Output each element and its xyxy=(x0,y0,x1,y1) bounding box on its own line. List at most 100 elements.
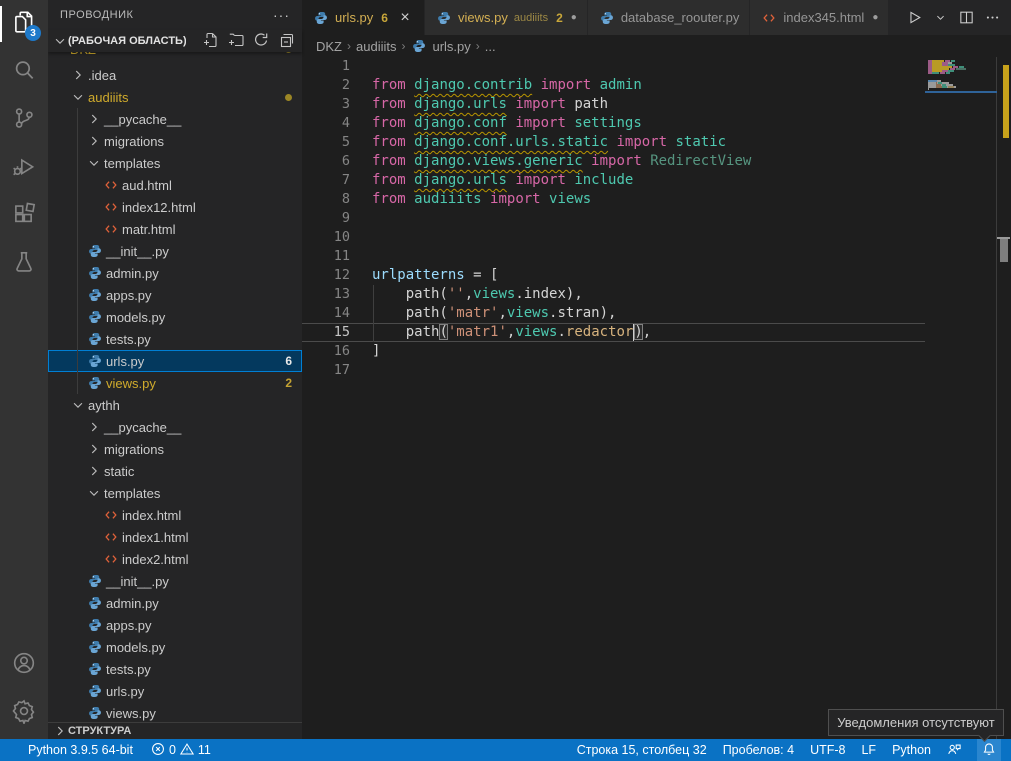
tree-item-models-py[interactable]: models.py xyxy=(48,636,302,658)
problems-badge: 6 xyxy=(285,354,292,368)
tab-index345-html[interactable]: index345.html● xyxy=(750,0,889,35)
tree-item-label: aud.html xyxy=(122,178,172,193)
status-cursor-position[interactable]: Строка 15, столбец 32 xyxy=(577,739,707,761)
tree-item-index12-html[interactable]: index12.html xyxy=(48,196,302,218)
overview-ruler[interactable] xyxy=(997,57,1011,739)
tree-item-aythh[interactable]: aythh xyxy=(48,394,302,416)
breadcrumb-item[interactable]: DKZ xyxy=(316,39,342,54)
activity-bar-explorer[interactable]: 3 xyxy=(0,0,48,48)
workspace-section-header[interactable]: (РАБОЧАЯ ОБЛАСТЬ) ... xyxy=(48,30,302,52)
status-notifications[interactable] xyxy=(977,739,1001,761)
tree-item--pycache-[interactable]: __pycache__ xyxy=(48,108,302,130)
code-token: 'matr1' xyxy=(448,324,507,340)
tree-item-urls-py[interactable]: urls.py xyxy=(48,680,302,702)
new-file-button[interactable] xyxy=(203,32,221,50)
status-feedback[interactable] xyxy=(947,739,961,761)
code-line-1[interactable]: 1 xyxy=(302,57,925,76)
tab-problems-badge: 2 xyxy=(556,11,563,25)
tree-item-models-py[interactable]: models.py xyxy=(48,306,302,328)
tree-item-aud-html[interactable]: aud.html xyxy=(48,174,302,196)
code-line-10[interactable]: 10 xyxy=(302,228,925,247)
run-dropdown[interactable] xyxy=(929,7,951,29)
tab-urls-py[interactable]: urls.py6× xyxy=(302,0,425,35)
chevron-right-icon xyxy=(86,419,102,435)
tree-item-admin-py[interactable]: admin.py xyxy=(48,262,302,284)
more-actions-button[interactable] xyxy=(981,7,1003,29)
code-line-11[interactable]: 11 xyxy=(302,247,925,266)
tree-item-admin-py[interactable]: admin.py xyxy=(48,592,302,614)
refresh-button[interactable] xyxy=(253,32,271,50)
breadcrumb-item[interactable]: urls.py xyxy=(410,38,470,54)
dirty-indicator[interactable]: ● xyxy=(571,12,577,23)
code-line-16[interactable]: 16] xyxy=(302,342,925,361)
code-token: views xyxy=(515,324,557,340)
code-line-9[interactable]: 9 xyxy=(302,209,925,228)
activity-bar-source-control[interactable] xyxy=(0,96,48,144)
new-folder-button[interactable] xyxy=(228,32,246,50)
dirty-indicator[interactable]: ● xyxy=(872,12,878,23)
code-line-6[interactable]: 6from django.views.generic import Redire… xyxy=(302,152,925,171)
tree-item-apps-py[interactable]: apps.py xyxy=(48,284,302,306)
tree-item-index2-html[interactable]: index2.html xyxy=(48,548,302,570)
tree-item-migrations[interactable]: migrations xyxy=(48,130,302,152)
breadcrumb-item[interactable]: audiiits xyxy=(356,39,396,54)
tree-item--idea[interactable]: .idea xyxy=(48,64,302,86)
code-line-17[interactable]: 17 xyxy=(302,361,925,380)
sidebar-more-actions-button[interactable]: ··· xyxy=(273,7,290,23)
tab-views-py[interactable]: views.pyaudiiits2● xyxy=(425,0,588,35)
collapse-all-button[interactable] xyxy=(278,32,296,50)
outline-section-header[interactable]: СТРУКТУРА xyxy=(48,722,302,739)
code-line-4[interactable]: 4from django.conf import settings xyxy=(302,114,925,133)
code-line-7[interactable]: 7from django.urls import include xyxy=(302,171,925,190)
activity-bar-search[interactable] xyxy=(0,48,48,96)
run-button[interactable] xyxy=(903,7,925,29)
code-line-3[interactable]: 3from django.urls import path xyxy=(302,95,925,114)
tree-item-migrations[interactable]: migrations xyxy=(48,438,302,460)
tree-item-dkz[interactable]: DKZ xyxy=(48,52,302,64)
activity-bar-settings[interactable] xyxy=(0,689,48,737)
tab-database-roouter-py[interactable]: database_roouter.py xyxy=(588,0,751,35)
tree-item-index1-html[interactable]: index1.html xyxy=(48,526,302,548)
code-line-2[interactable]: 2from django.contrib import admin xyxy=(302,76,925,95)
scrollbar-slider[interactable] xyxy=(1000,239,1008,262)
breadcrumb-item[interactable]: ... xyxy=(485,39,496,54)
code-line-14[interactable]: 14 path('matr',views.stran), xyxy=(302,304,925,323)
tree-item-templates[interactable]: templates xyxy=(48,482,302,504)
tree-item--pycache-[interactable]: __pycache__ xyxy=(48,416,302,438)
status-encoding[interactable]: UTF-8 xyxy=(810,739,845,761)
tree-item-matr-html[interactable]: matr.html xyxy=(48,218,302,240)
code-editor[interactable]: 12from django.contrib import admin3from … xyxy=(302,57,1011,739)
code-line-5[interactable]: 5from django.conf.urls.static import sta… xyxy=(302,133,925,152)
tree-item-index-html[interactable]: index.html xyxy=(48,504,302,526)
code-line-8[interactable]: 8from audiiits import views xyxy=(302,190,925,209)
tree-item--init-py[interactable]: __init__.py xyxy=(48,240,302,262)
tree-item-views-py[interactable]: views.py2 xyxy=(48,372,302,394)
tree-item--init-py[interactable]: __init__.py xyxy=(48,570,302,592)
status-indentation[interactable]: Пробелов: 4 xyxy=(723,739,794,761)
code-line-13[interactable]: 13 path('',views.index), xyxy=(302,285,925,304)
status-eol[interactable]: LF xyxy=(861,739,876,761)
tree-item-urls-py[interactable]: urls.py6 xyxy=(48,350,302,372)
split-editor-button[interactable] xyxy=(955,7,977,29)
activity-bar-testing[interactable] xyxy=(0,240,48,288)
tree-item-apps-py[interactable]: apps.py xyxy=(48,614,302,636)
minimap[interactable] xyxy=(925,57,997,739)
tree-item-templates[interactable]: templates xyxy=(48,152,302,174)
tree-item-static[interactable]: static xyxy=(48,460,302,482)
tree-item-tests-py[interactable]: tests.py xyxy=(48,328,302,350)
code-line-12[interactable]: 12urlpatterns = [ xyxy=(302,266,925,285)
activity-bar-run-debug[interactable] xyxy=(0,144,48,192)
chevron-down-icon xyxy=(52,52,68,57)
line-number: 14 xyxy=(302,304,350,323)
code-line-15[interactable]: 15 path('matr1',views.redactor), xyxy=(302,323,925,342)
activity-bar-accounts[interactable] xyxy=(0,641,48,689)
tree-item-views-py[interactable]: views.py xyxy=(48,702,302,722)
tree-item-tests-py[interactable]: tests.py xyxy=(48,658,302,680)
status-language-mode[interactable]: Python xyxy=(892,739,931,761)
close-icon[interactable]: × xyxy=(396,9,414,27)
code-token: views xyxy=(507,305,549,321)
problems-status[interactable]: 0 11 xyxy=(151,739,211,761)
activity-bar-extensions[interactable] xyxy=(0,192,48,240)
tree-item-audiiits[interactable]: audiiits xyxy=(48,86,302,108)
python-interpreter-status[interactable]: Python 3.9.5 64-bit xyxy=(28,739,133,761)
